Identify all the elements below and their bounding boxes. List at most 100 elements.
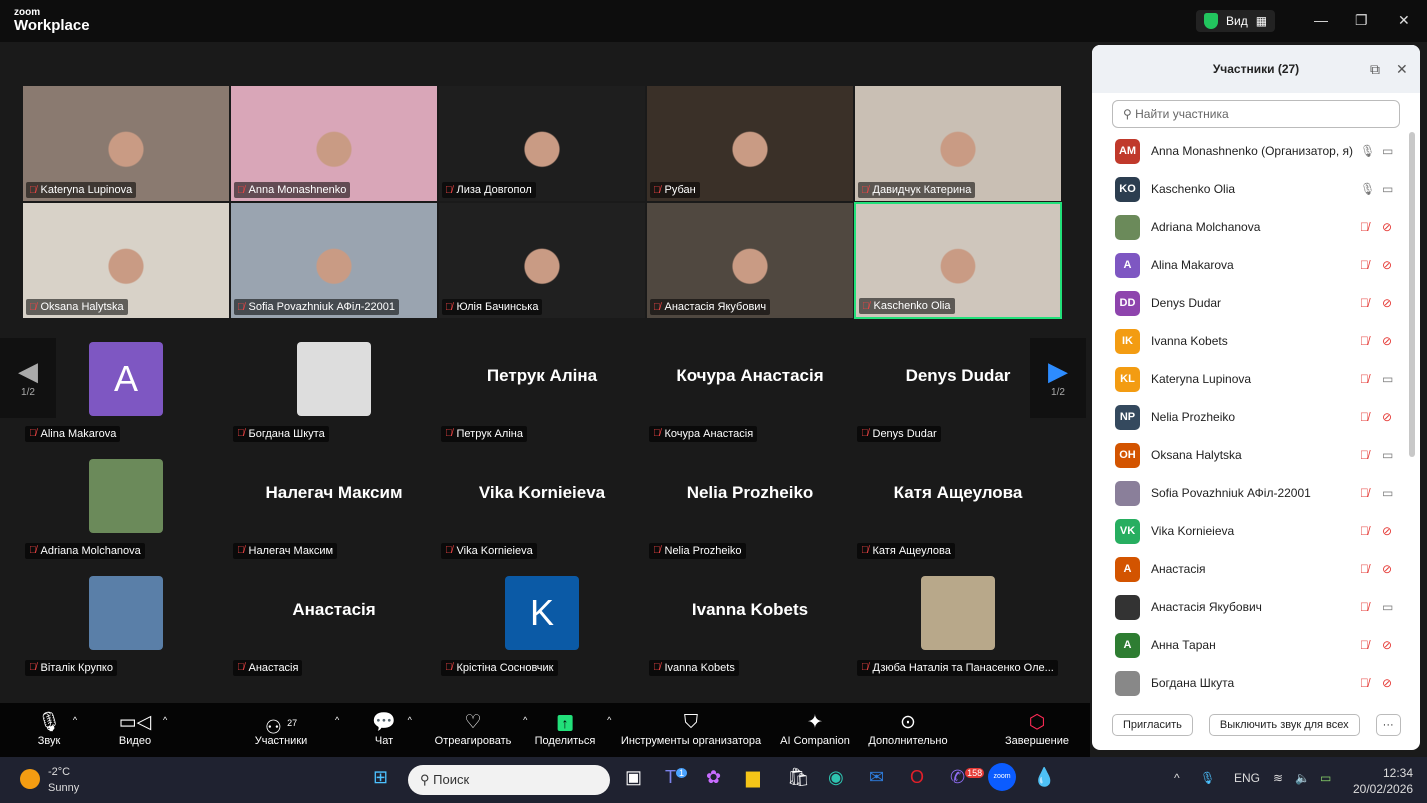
maximize-button[interactable]: ❐: [1355, 12, 1368, 29]
weather-temp[interactable]: -2°C: [48, 766, 70, 778]
end-meeting-button[interactable]: ⬡ Завершение: [1005, 711, 1069, 747]
video-button[interactable]: ▭◁ ^ Видео: [119, 711, 168, 747]
participant-row[interactable]: Анастасія Якубович 🎙̸ ▭: [1092, 588, 1407, 626]
react-button[interactable]: ♡ ^ Отреагировать: [435, 711, 528, 747]
gallery-tile[interactable]: A 🎙̸ Alina Makarova: [22, 342, 230, 442]
more-button[interactable]: ⊙ Дополнительно: [868, 711, 947, 747]
camera-off-icon[interactable]: ⊘: [1382, 296, 1392, 310]
clock-time[interactable]: 12:34: [1383, 766, 1413, 780]
participant-row[interactable]: A Alina Makarova 🎙̸ ⊘: [1092, 246, 1407, 284]
gallery-tile[interactable]: 🎙̸ Adriana Molchanova: [22, 459, 230, 559]
camera-icon[interactable]: ▭: [1382, 486, 1393, 500]
gallery-tile[interactable]: Налегач Максим 🎙̸ Налегач Максим: [230, 459, 438, 559]
teams-icon[interactable]: T1: [665, 767, 688, 788]
participants-button[interactable]: ⚇ 27 ^ Участники: [255, 711, 340, 747]
participant-list-scrollbar[interactable]: [1409, 132, 1415, 457]
react-options-caret[interactable]: ^: [523, 715, 527, 725]
mic-muted-icon[interactable]: 🎙̸: [1360, 676, 1369, 690]
viber-icon[interactable]: ✆ 158: [950, 767, 985, 788]
share-button[interactable]: ↑ ^ Поделиться: [535, 711, 611, 747]
language-indicator[interactable]: ENG: [1234, 771, 1260, 785]
gallery-tile[interactable]: K 🎙̸ Крістіна Сосновчик: [438, 576, 646, 676]
participant-row[interactable]: NP Nelia Prozheiko 🎙̸ ⊘: [1092, 398, 1407, 436]
gallery-tile[interactable]: 🎙̸ Богдана Шкута: [230, 342, 438, 442]
microphone-icon[interactable]: 🎙: [1360, 182, 1375, 196]
mic-muted-icon[interactable]: 🎙̸: [1360, 524, 1369, 538]
participant-row[interactable]: A Анна Таран 🎙̸ ⊘: [1092, 626, 1407, 664]
participant-search-input[interactable]: ⚲ Найти участника: [1112, 100, 1400, 128]
audio-button[interactable]: 🎙 ^ Звук: [37, 711, 77, 747]
mic-location-icon[interactable]: 🎙: [1200, 771, 1215, 785]
windows-start-icon[interactable]: ⊞: [373, 767, 388, 788]
outlook-icon[interactable]: ✉: [869, 767, 884, 788]
video-tile[interactable]: 🎙̸ Лиза Довгопол: [438, 85, 646, 202]
view-button[interactable]: Вид ▦: [1196, 10, 1276, 32]
video-tile[interactable]: 🎙̸ Kateryna Lupinova: [22, 85, 230, 202]
gallery-tile[interactable]: Кочура Анастасія 🎙̸ Кочура Анастасія: [646, 342, 854, 442]
ai-companion-button[interactable]: ✦ AI Companion: [780, 711, 850, 747]
gallery-tile[interactable]: 🎙̸ Дзюба Наталія та Панасенко Оле...: [854, 576, 1062, 676]
chat-button[interactable]: 💬 ^ Чат: [372, 711, 412, 747]
participant-row[interactable]: Sofia Povazhniuk АФіл-22001 🎙̸ ▭: [1092, 474, 1407, 512]
camera-icon[interactable]: ▭: [1382, 144, 1393, 158]
camera-icon[interactable]: ▭: [1382, 448, 1393, 462]
participant-row[interactable]: Богдана Шкута 🎙̸ ⊘: [1092, 664, 1407, 702]
mic-muted-icon[interactable]: 🎙̸: [1360, 600, 1369, 614]
camera-off-icon[interactable]: ⊘: [1382, 638, 1392, 652]
microphone-icon[interactable]: 🎙: [1360, 144, 1375, 158]
wifi-icon[interactable]: ≋: [1273, 771, 1283, 785]
gallery-tile[interactable]: 🎙̸ Віталік Крупко: [22, 576, 230, 676]
video-tile[interactable]: 🎙̸ Анастасія Якубович: [646, 202, 854, 319]
app-drop-icon[interactable]: 💧: [1033, 767, 1055, 788]
camera-icon[interactable]: ▭: [1382, 600, 1393, 614]
camera-icon[interactable]: ▭: [1382, 182, 1393, 196]
mic-muted-icon[interactable]: 🎙̸: [1360, 638, 1369, 652]
camera-off-icon[interactable]: ⊘: [1382, 410, 1392, 424]
invite-button[interactable]: Пригласить: [1112, 714, 1193, 736]
mic-muted-icon[interactable]: 🎙̸: [1360, 296, 1369, 310]
camera-off-icon[interactable]: ⊘: [1382, 562, 1392, 576]
video-options-caret[interactable]: ^: [163, 715, 167, 725]
camera-off-icon[interactable]: ⊘: [1382, 220, 1392, 234]
camera-off-icon[interactable]: ⊘: [1382, 334, 1392, 348]
mic-muted-icon[interactable]: 🎙̸: [1360, 258, 1369, 272]
participant-row[interactable]: Adriana Molchanova 🎙̸ ⊘: [1092, 208, 1407, 246]
store-icon[interactable]: 🛍: [787, 767, 810, 788]
video-tile[interactable]: 🎙̸ Юлія Бачинська: [438, 202, 646, 319]
participant-row[interactable]: IK Ivanna Kobets 🎙̸ ⊘: [1092, 322, 1407, 360]
weather-text[interactable]: Sunny: [48, 782, 79, 794]
video-tile[interactable]: 🎙̸ Oksana Halytska: [22, 202, 230, 319]
participant-row[interactable]: KL Kateryna Lupinova 🎙̸ ▭: [1092, 360, 1407, 398]
mic-muted-icon[interactable]: 🎙̸: [1360, 372, 1369, 386]
volume-icon[interactable]: 🔈: [1295, 771, 1310, 785]
gallery-tile[interactable]: Анастасія 🎙̸ Анастасія: [230, 576, 438, 676]
opera-icon[interactable]: O: [910, 767, 924, 788]
video-tile[interactable]: 🎙̸ Давидчук Катерина: [854, 85, 1062, 202]
audio-options-caret[interactable]: ^: [73, 715, 77, 725]
file-explorer-icon[interactable]: ▆: [746, 767, 760, 788]
video-tile[interactable]: 🎙̸ Anna Monashnenko: [230, 85, 438, 202]
gallery-tile[interactable]: Vika Kornieieva 🎙̸ Vika Kornieieva: [438, 459, 646, 559]
gallery-tile[interactable]: Ivanna Kobets 🎙̸ Ivanna Kobets: [646, 576, 854, 676]
gallery-tile[interactable]: Катя Ащеулова 🎙̸ Катя Ащеулова: [854, 459, 1062, 559]
mic-muted-icon[interactable]: 🎙̸: [1360, 334, 1369, 348]
participant-row[interactable]: KO Kaschenko Olia 🎙 ▭: [1092, 170, 1407, 208]
participant-row[interactable]: DD Denys Dudar 🎙̸ ⊘: [1092, 284, 1407, 322]
participant-row[interactable]: VK Vika Kornieieva 🎙̸ ⊘: [1092, 512, 1407, 550]
minimize-button[interactable]: —: [1314, 12, 1328, 28]
clock-date[interactable]: 20/02/2026: [1353, 782, 1413, 796]
mic-muted-icon[interactable]: 🎙̸: [1360, 448, 1369, 462]
camera-off-icon[interactable]: ⊘: [1382, 258, 1392, 272]
taskbar-search[interactable]: ⚲ Поиск: [408, 765, 610, 795]
gallery-tile[interactable]: Denys Dudar 🎙̸ Denys Dudar: [854, 342, 1062, 442]
gallery-tile[interactable]: Nelia Prozheiko 🎙̸ Nelia Prozheiko: [646, 459, 854, 559]
copilot-icon[interactable]: ✿: [706, 767, 721, 788]
mic-muted-icon[interactable]: 🎙̸: [1360, 486, 1369, 500]
participants-options-caret[interactable]: ^: [335, 715, 339, 725]
participant-row[interactable]: OH Oksana Halytska 🎙̸ ▭: [1092, 436, 1407, 474]
close-panel-icon[interactable]: ✕: [1396, 45, 1408, 93]
tray-overflow-icon[interactable]: ^: [1174, 771, 1180, 785]
chat-options-caret[interactable]: ^: [408, 715, 412, 725]
video-tile[interactable]: 🎙̸ Kaschenko Olia: [854, 202, 1062, 319]
participant-row[interactable]: AM Anna Monashnenko (Организатор, я) 🎙 ▭: [1092, 132, 1407, 170]
